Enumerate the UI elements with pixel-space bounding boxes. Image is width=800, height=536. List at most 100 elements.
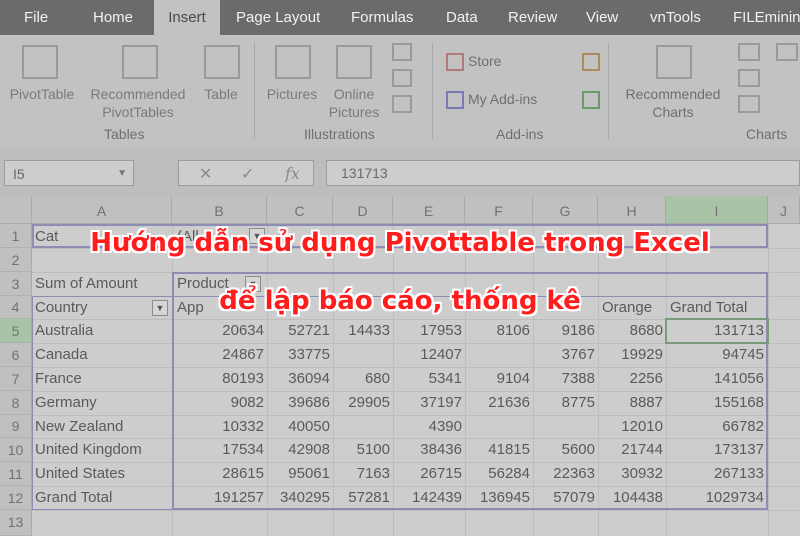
column-header-d[interactable]: D [333, 196, 393, 224]
column-header-c[interactable]: C [267, 196, 333, 224]
pie-chart-icon[interactable] [738, 95, 760, 113]
recommended-pivottables-button[interactable]: Recommended PivotTables [82, 85, 194, 121]
column-header-f[interactable]: F [465, 196, 533, 224]
table-cell[interactable]: 26715 [393, 465, 462, 482]
row-header-6[interactable]: 6 [0, 343, 32, 367]
row-header-12[interactable]: 12 [0, 486, 32, 510]
table-cell[interactable]: 7388 [533, 370, 595, 387]
table-cell[interactable]: 57079 [533, 489, 595, 506]
table-cell[interactable]: 4390 [393, 418, 462, 435]
table-cell[interactable]: 5100 [333, 441, 390, 458]
row-header-10[interactable]: 10 [0, 438, 32, 462]
table-cell[interactable]: 95061 [267, 465, 330, 482]
table-cell[interactable]: 136945 [465, 489, 530, 506]
table-cell[interactable]: 21636 [465, 394, 530, 411]
table-cell[interactable]: 38436 [393, 441, 462, 458]
table-cell[interactable]: 52721 [267, 322, 330, 339]
table-cell[interactable]: 141056 [666, 370, 764, 387]
tab-home[interactable]: Home [93, 0, 133, 35]
store-button[interactable]: Store [468, 52, 501, 70]
table-cell[interactable]: 104438 [598, 489, 663, 506]
tab-view[interactable]: View [586, 0, 618, 35]
table-cell[interactable]: 173137 [666, 441, 764, 458]
table-cell[interactable]: 19929 [598, 346, 663, 363]
table-cell[interactable]: 29905 [333, 394, 390, 411]
table-cell[interactable]: 680 [333, 370, 390, 387]
name-box[interactable]: I5 ▼ [4, 160, 134, 186]
table-cell[interactable]: 12407 [393, 346, 462, 363]
table-cell[interactable]: 17953 [393, 322, 462, 339]
table-cell[interactable]: 33775 [267, 346, 330, 363]
table-cell[interactable]: 2256 [598, 370, 663, 387]
row-header-11[interactable]: 11 [0, 462, 32, 486]
row-header-9[interactable]: 9 [0, 415, 32, 438]
my-addins-button[interactable]: My Add-ins [468, 90, 537, 108]
screenshot-icon[interactable] [392, 95, 412, 113]
table-cell[interactable]: 57281 [333, 489, 390, 506]
pictures-button[interactable]: Pictures [260, 85, 324, 103]
table-cell[interactable]: 9082 [172, 394, 264, 411]
bing-maps-icon[interactable] [582, 53, 600, 71]
row-label[interactable]: New Zealand [32, 418, 123, 435]
table-cell[interactable]: 21744 [598, 441, 663, 458]
table-cell[interactable]: 7163 [333, 465, 390, 482]
smartart-icon[interactable] [392, 69, 412, 87]
row-label[interactable]: Grand Total [32, 489, 112, 506]
column-header-e[interactable]: E [393, 196, 465, 224]
table-cell[interactable]: 40050 [267, 418, 330, 435]
table-cell[interactable]: 155168 [666, 394, 764, 411]
online-pictures-button[interactable]: Online Pictures [322, 85, 386, 121]
column-header-h[interactable]: H [598, 196, 666, 224]
insert-function-icon[interactable]: fx [285, 164, 300, 183]
table-cell[interactable]: 8775 [533, 394, 595, 411]
tab-insert[interactable]: Insert [154, 0, 220, 35]
table-cell[interactable]: 14433 [333, 322, 390, 339]
table-cell[interactable]: 20634 [172, 322, 264, 339]
table-cell[interactable]: 267133 [666, 465, 764, 482]
table-cell[interactable]: 94745 [666, 346, 764, 363]
table-cell[interactable]: 12010 [598, 418, 663, 435]
enter-icon[interactable]: ✓ [241, 164, 254, 184]
table-cell[interactable]: 1029734 [666, 489, 764, 506]
tab-formulas[interactable]: Formulas [351, 0, 414, 35]
table-cell[interactable]: 37197 [393, 394, 462, 411]
people-graph-icon[interactable] [582, 91, 600, 109]
shapes-icon[interactable] [392, 43, 412, 61]
column-header-b[interactable]: B [172, 196, 267, 224]
table-cell[interactable]: 191257 [172, 489, 264, 506]
column-chart-icon[interactable] [738, 43, 760, 61]
row-label[interactable]: United States [32, 465, 125, 482]
table-cell[interactable]: 22363 [533, 465, 595, 482]
table-cell[interactable]: 17534 [172, 441, 264, 458]
table-cell[interactable]: 5341 [393, 370, 462, 387]
table-cell[interactable]: 142439 [393, 489, 462, 506]
table-cell[interactable]: 24867 [172, 346, 264, 363]
tab-vntools[interactable]: vnTools [650, 0, 701, 35]
table-cell[interactable]: 56284 [465, 465, 530, 482]
table-cell[interactable]: 8887 [598, 394, 663, 411]
table-cell[interactable]: 41815 [465, 441, 530, 458]
row-header-8[interactable]: 8 [0, 391, 32, 415]
recommended-charts-button[interactable]: Recommended Charts [616, 85, 730, 121]
table-cell[interactable]: 9186 [533, 322, 595, 339]
tab-filemining[interactable]: FILEmining [733, 0, 800, 35]
row-label[interactable]: Australia [32, 322, 93, 339]
table-cell[interactable]: 39686 [267, 394, 330, 411]
select-all-corner[interactable] [0, 196, 32, 224]
pivottable-button[interactable]: PivotTable [4, 85, 80, 103]
table-cell[interactable]: 3767 [533, 346, 595, 363]
line-chart-icon[interactable] [776, 43, 798, 61]
tab-page-layout[interactable]: Page Layout [236, 0, 320, 35]
cancel-icon[interactable]: ✕ [199, 164, 212, 184]
hierarchy-chart-icon[interactable] [738, 69, 760, 87]
column-header-g[interactable]: G [533, 196, 598, 224]
table-cell[interactable]: 9104 [465, 370, 530, 387]
chevron-down-icon[interactable]: ▼ [117, 161, 127, 187]
table-cell[interactable]: 28615 [172, 465, 264, 482]
row-label[interactable]: United Kingdom [32, 441, 142, 458]
table-cell[interactable]: 66782 [666, 418, 764, 435]
column-header-j[interactable]: J [768, 196, 800, 224]
row-label[interactable]: Germany [32, 394, 97, 411]
table-button[interactable]: Table [198, 85, 244, 103]
table-cell[interactable]: 36094 [267, 370, 330, 387]
